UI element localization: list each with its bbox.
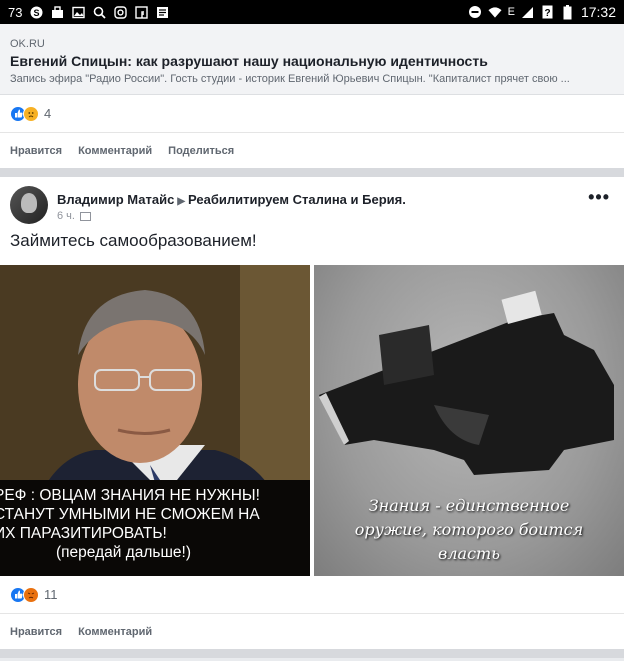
post-header: Владимир Матайс ▶ Реабилитируем Сталина и … [0, 177, 624, 227]
caption-line: Знания - единственное [368, 496, 570, 515]
arrow-right-icon: ▶ [177, 196, 186, 207]
like-button[interactable]: Нравится [10, 626, 62, 638]
photo1-caption: РЕФ : ОВЦАМ ЗНАНИЯ НЕ НУЖНЫ! СТАНУТ УМНЫ… [0, 480, 310, 576]
reactions-summary[interactable]: 11 [0, 576, 624, 613]
link-domain: OK.RU [10, 38, 45, 50]
news-icon [155, 5, 169, 19]
author-name[interactable]: Владимир Матайс [57, 192, 174, 207]
caption-line: ИХ ПАРАЗИТИРОВАТЬ! [0, 525, 167, 542]
link-title[interactable]: Евгений Спицын: как разрушают нашу нацио… [10, 53, 614, 69]
caption-line: СТАНУТ УМНЫМИ НЕ СМОЖЕМ НА [0, 506, 260, 523]
network-type: E [507, 6, 515, 18]
caption-line: оружие, которого боится [354, 520, 584, 539]
photo-grid: РЕФ : ОВЦАМ ЗНАНИЯ НЕ НУЖНЫ! СТАНУТ УМНЫ… [0, 265, 624, 576]
do-not-disturb-icon [468, 5, 482, 19]
share-button[interactable]: Поделиться [168, 145, 234, 157]
sad-reaction-icon [23, 105, 39, 122]
like-button[interactable]: Нравится [10, 145, 62, 157]
reaction-count: 11 [44, 587, 58, 602]
post-time[interactable]: 6 ч. [57, 210, 75, 222]
post-text: Займитесь самообразованием! [10, 231, 257, 250]
link-description: Запись эфира "Радио России". Гость студи… [10, 73, 570, 85]
post-actions: Нравится Комментарий Поделиться [0, 132, 624, 168]
battery-icon [561, 4, 575, 19]
status-time: 17:32 [580, 4, 616, 20]
photo-book-gun[interactable]: Знания - единственное оружие, которого б… [314, 265, 624, 576]
audience-icon [79, 211, 91, 221]
caption-line: власть [438, 544, 500, 563]
link-preview[interactable]: OK.RU Евгений Спицын: как разрушают нашу… [0, 24, 624, 95]
instagram-icon [113, 5, 127, 19]
svg-text:S: S [33, 8, 39, 18]
facebook-icon [134, 5, 148, 19]
feed-separator [0, 168, 624, 177]
sim-alert-icon: ? [541, 5, 555, 19]
skype-icon: S [29, 5, 43, 19]
shared-post-card: OK.RU Евгений Спицын: как разрушают нашу… [0, 24, 624, 168]
post-actions: Нравится Комментарий [0, 613, 624, 649]
photo-gref[interactable]: РЕФ : ОВЦАМ ЗНАНИЯ НЕ НУЖНЫ! СТАНУТ УМНЫ… [0, 265, 310, 576]
bag-icon [50, 5, 64, 19]
search-icon [92, 5, 106, 19]
wifi-icon [488, 5, 502, 19]
svg-text:?: ? [545, 8, 551, 19]
signal-icon [521, 5, 535, 19]
more-options-icon[interactable]: ••• [588, 187, 610, 208]
status-bar: 73 S E ? 17:32 [0, 0, 624, 24]
caption-line: (передай дальше!) [56, 544, 192, 561]
reaction-count: 4 [44, 106, 52, 121]
photo2-caption: Знания - единственное оружие, которого б… [314, 494, 624, 566]
post-card: Владимир Матайс ▶ Реабилитируем Сталина и … [0, 177, 624, 649]
status-left-text: 73 [8, 4, 23, 20]
avatar[interactable] [10, 186, 48, 224]
group-name[interactable]: Реабилитируем Сталина и Берия. [188, 192, 406, 207]
caption-line: РЕФ : ОВЦАМ ЗНАНИЯ НЕ НУЖНЫ! [0, 487, 260, 504]
angry-reaction-icon [23, 586, 39, 603]
feed-separator [0, 649, 624, 658]
reactions-summary[interactable]: 4 [0, 95, 624, 132]
comment-button[interactable]: Комментарий [78, 145, 152, 157]
gallery-icon [71, 5, 85, 19]
comment-button[interactable]: Комментарий [78, 626, 152, 638]
